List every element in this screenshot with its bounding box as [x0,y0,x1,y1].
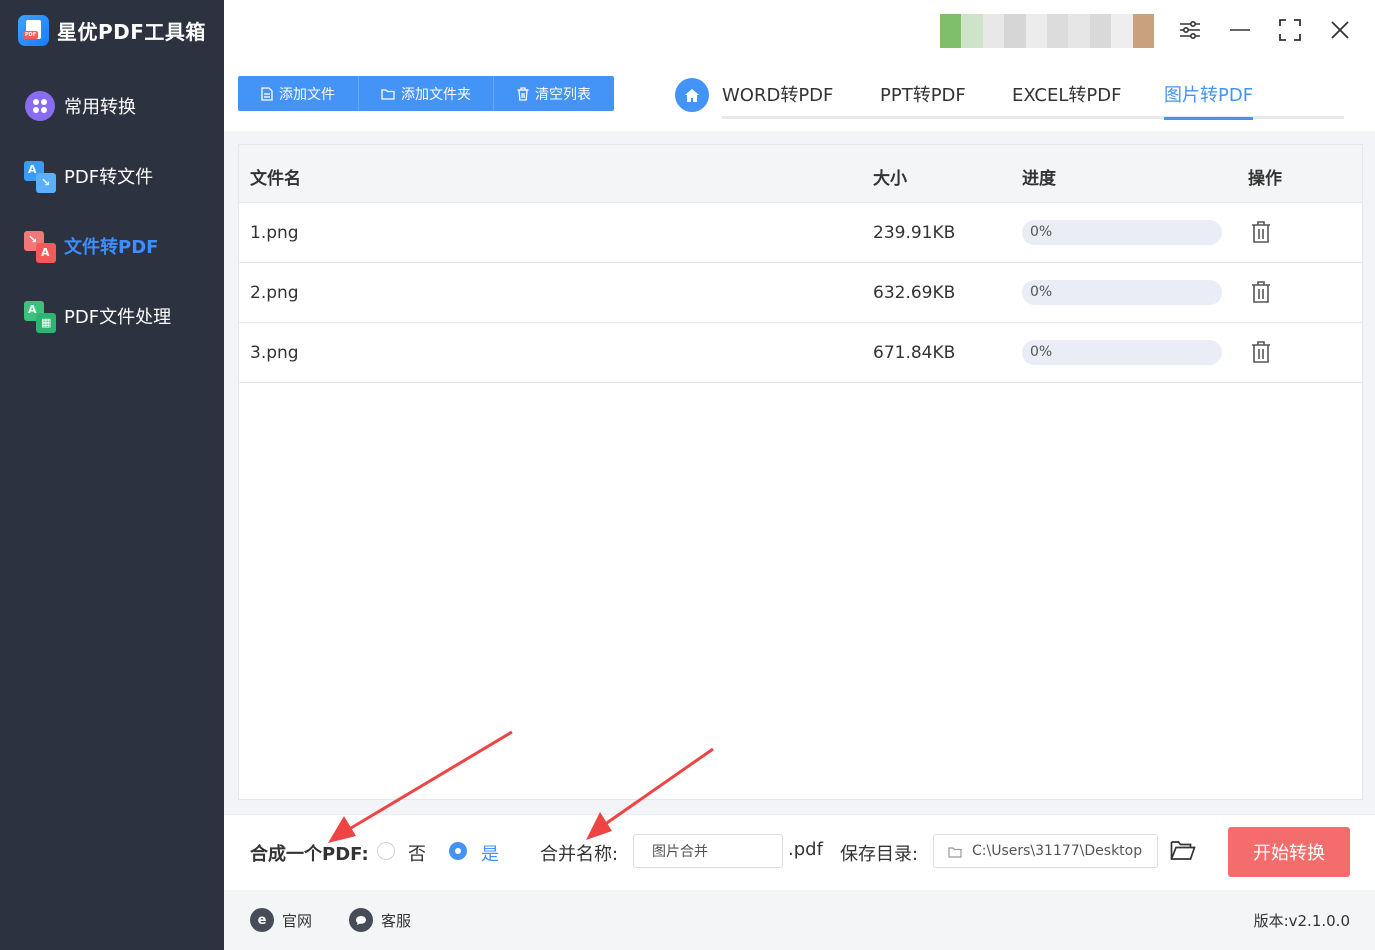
delete-icon[interactable] [1250,340,1272,364]
clear-list-label: 清空列表 [535,86,591,103]
sidebar-item-common-convert[interactable]: 常用转换 [22,86,136,126]
save-dir-value: C:\Users\31177\Desktop [972,843,1143,859]
file-name: 3.png [250,343,299,363]
file-name: 1.png [250,223,299,243]
file-size: 632.69KB [873,283,956,303]
pdf-extension: .pdf [788,839,823,860]
file-name: 2.png [250,283,299,303]
add-folder-button[interactable]: 添加文件夹 [359,76,494,111]
merge-pdf-label: 合成一个PDF: [250,844,369,865]
delete-icon[interactable] [1250,220,1272,244]
merge-yes-label: 是 [481,844,499,865]
progress-bar: 0% [1022,340,1222,365]
file-toolbar: 添加文件 添加文件夹 清空列表 [238,76,614,111]
add-folder-label: 添加文件夹 [401,86,471,103]
sidebar-item-label: PDF转文件 [64,167,154,188]
sidebar-item-label: 文件转PDF [64,237,159,258]
website-label: 官网 [282,911,313,930]
table-header: 文件名 大小 进度 操作 [239,145,1362,203]
sidebar-item-label: 常用转换 [64,97,136,118]
user-avatar[interactable] [940,14,1155,48]
header-filename: 文件名 [250,169,301,189]
open-folder-icon[interactable] [1170,839,1196,863]
support-label: 客服 [381,911,412,930]
app-logo-icon: PDF [18,14,49,46]
tab-word-to-pdf[interactable]: WORD转PDF [722,81,833,117]
progress-text: 0% [1030,344,1053,360]
conversion-tabs: WORD转PDF PPT转PDF EXCEL转PDF 图片转PDF [722,78,1344,120]
output-settings: 合成一个PDF: 否 是 合并名称: .pdf 保存目录: C:\Users\3… [224,814,1375,890]
footer: e 官网 客服 版本:v2.1.0.0 [224,890,1375,950]
save-dir-field[interactable]: C:\Users\31177\Desktop [933,834,1158,868]
save-dir-label: 保存目录: [840,844,919,865]
tab-excel-to-pdf[interactable]: EXCEL转PDF [1012,81,1121,117]
file-to-pdf-icon: ↘ A [22,229,56,263]
progress-bar: 0% [1022,220,1222,245]
merge-yes-radio[interactable] [449,842,467,860]
header-size: 大小 [873,169,907,189]
start-convert-button[interactable]: 开始转换 [1228,827,1350,877]
merge-name-input[interactable] [633,834,783,868]
home-button[interactable] [675,78,709,112]
file-size: 239.91KB [873,223,956,243]
minimize-icon[interactable] [1226,16,1254,44]
folder-icon [948,847,962,858]
progress-bar: 0% [1022,280,1222,305]
app-title: 星优PDF工具箱 [57,19,206,44]
clear-list-button[interactable]: 清空列表 [494,76,614,111]
file-size: 671.84KB [873,343,956,363]
table-row[interactable]: 2.png 632.69KB 0% [239,263,1362,323]
pdf-to-file-icon: A ↘ [22,159,56,193]
website-link[interactable]: e 官网 [250,908,312,932]
add-file-label: 添加文件 [279,86,335,103]
folder-icon [381,88,395,100]
add-file-button[interactable]: 添加文件 [238,76,359,111]
merge-no-radio[interactable] [377,842,395,860]
header-action: 操作 [1248,169,1282,189]
file-icon [261,86,273,101]
delete-icon[interactable] [1250,280,1272,304]
header-progress: 进度 [1022,169,1056,189]
version-text: 版本:v2.1.0.0 [1253,912,1350,930]
browser-icon: e [250,908,274,932]
chat-bubble-icon [349,908,373,932]
merge-name-label: 合并名称: [540,844,619,865]
table-row[interactable]: 1.png 239.91KB 0% [239,203,1362,263]
file-table: 文件名 大小 进度 操作 1.png 239.91KB 0% 2.png 632… [238,144,1363,800]
table-row[interactable]: 3.png 671.84KB 0% [239,323,1362,383]
progress-text: 0% [1030,284,1053,300]
settings-sliders-icon[interactable] [1176,16,1204,44]
merge-no-label: 否 [408,844,426,865]
sidebar-item-file-to-pdf[interactable]: ↘ A 文件转PDF [22,226,158,266]
close-icon[interactable] [1326,16,1354,44]
sidebar: PDF 星优PDF工具箱 常用转换 A ↘ PDF转文件 ↘ A 文件转PDF [0,0,224,950]
pdf-process-icon: A ▦ [22,299,56,333]
tab-image-to-pdf[interactable]: 图片转PDF [1164,81,1254,120]
support-link[interactable]: 客服 [349,908,411,932]
common-convert-icon [22,89,56,123]
maximize-icon[interactable] [1276,16,1304,44]
sidebar-item-pdf-to-file[interactable]: A ↘ PDF转文件 [22,156,153,196]
sidebar-item-label: PDF文件处理 [64,307,172,328]
home-icon [685,88,699,102]
progress-text: 0% [1030,224,1053,240]
sidebar-item-pdf-process[interactable]: A ▦ PDF文件处理 [22,296,171,336]
tab-ppt-to-pdf[interactable]: PPT转PDF [880,81,966,117]
app-brand: PDF 星优PDF工具箱 [18,14,206,46]
trash-icon [517,86,529,101]
